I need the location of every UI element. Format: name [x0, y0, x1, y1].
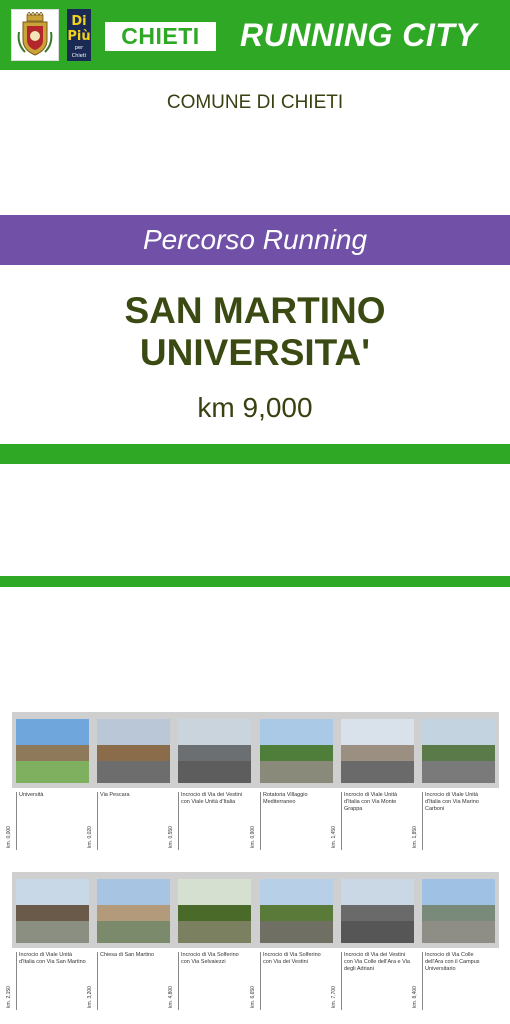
municipality-label: COMUNE DI CHIETI [166, 92, 344, 113]
route-point-photo [97, 879, 170, 943]
route-point: Rotatoria Villaggio Mediterraneo km. 0,90… [250, 712, 337, 850]
route-title-line2: UNIVERSITA' [139, 332, 371, 373]
route-point-km: km. 7,700 [331, 986, 337, 1008]
route-point-km: km. 0,020 [87, 826, 93, 848]
route-point-caption: Incrocio di Via Solferino con Via dei Ve… [263, 952, 321, 965]
route-point-km: km. 1,450 [331, 826, 337, 848]
route-point-photo [16, 879, 89, 943]
route-point-caption: Incrocio di Via Colle dell'Ara con il Ca… [425, 952, 480, 972]
header-bar: Di Più per Chieti CHIETI RUNNING CITY [0, 0, 510, 70]
route-point-photo [97, 719, 170, 783]
route-point-photo [16, 719, 89, 783]
route-point: Università km. 0,000 [6, 712, 93, 850]
route-point-km: km. 3,200 [87, 986, 93, 1008]
photo-strip-2: Incrocio di Viale Unità d'Italia con Via… [6, 872, 499, 1010]
divider-bar [0, 576, 510, 587]
route-point: Incrocio di Via Solferino con Via Selvai… [168, 872, 255, 1010]
route-point: Incrocio di Viale Unità d'Italia con Via… [412, 712, 499, 850]
route-point-km: km. 6,650 [250, 986, 256, 1008]
route-point-km: km. 8,400 [412, 986, 418, 1008]
photo-strip-1: Università km. 0,000 Via Pescara km. 0,020 I… [6, 712, 499, 850]
route-point-marker [97, 952, 98, 1010]
route-point-km: km. 0,550 [168, 826, 174, 848]
route-title: SAN MARTINO UNIVERSITA' [0, 290, 510, 374]
route-point-photo [260, 879, 333, 943]
route-point-photo [178, 879, 251, 943]
subtitle: Percorso Running [142, 224, 368, 255]
route-point-marker [16, 952, 17, 1010]
route-point-caption: Rotatoria Villaggio Mediterraneo [263, 792, 308, 805]
route-point: Incrocio di Via dei Vestini con Viale Un… [168, 712, 255, 850]
route-point-photo [178, 719, 251, 783]
route-point: Incrocio di Via Colle dell'Ara con il Ca… [412, 872, 499, 1010]
route-point-photo [422, 719, 495, 783]
route-point-photo [341, 879, 414, 943]
route-point-caption: Chiesa di San Martino [100, 952, 155, 958]
route-point-photo [422, 879, 495, 943]
route-point-km: km. 0,000 [6, 826, 12, 848]
route-point-caption: Università [19, 792, 44, 798]
route-point: Incrocio di Viale Unità d'Italia con Via… [6, 872, 93, 1010]
subtitle-band: Percorso Running [0, 215, 510, 265]
route-point-marker [341, 952, 342, 1010]
route-distance: km 9,000 [197, 392, 313, 423]
route-point: Incrocio di Viale Unità d'Italia con Via… [331, 712, 418, 850]
divider-bar [0, 444, 510, 464]
coat-of-arms-icon [11, 9, 59, 61]
route-point-km: km. 1,850 [412, 826, 418, 848]
route-point-marker [422, 952, 423, 1010]
route-point-marker [341, 792, 342, 850]
route-point-caption: Incrocio di Viale Unità d'Italia con Via… [344, 792, 398, 812]
route-point: Via Pescara km. 0,020 [87, 712, 174, 850]
route-point-caption: Incrocio di Viale Unità d'Italia con Via… [425, 792, 479, 812]
route-point-marker [178, 792, 179, 850]
di-piu-logo: Di Più per Chieti [67, 9, 91, 61]
route-point-caption: Incrocio di Via dei Vestini con Viale Un… [181, 792, 243, 805]
route-point-caption: Incrocio di Via dei Vestini con Via Coll… [344, 952, 410, 972]
route-point-marker [260, 792, 261, 850]
route-point-photo [260, 719, 333, 783]
brand-label: CHIETI [105, 22, 216, 51]
route-point-caption: Via Pescara [100, 792, 130, 798]
route-point: Incrocio di Via dei Vestini con Via Coll… [331, 872, 418, 1010]
route-point-caption: Incrocio di Via Solferino con Via Selvai… [181, 952, 239, 965]
route-point: Chiesa di San Martino km. 3,200 [87, 872, 174, 1010]
route-point-km: km. 0,900 [250, 826, 256, 848]
route-title-line1: SAN MARTINO [124, 290, 386, 331]
route-point: Incrocio di Via Solferino con Via dei Ve… [250, 872, 337, 1010]
logo-text: Di Più [67, 14, 91, 44]
page-title: RUNNING CITY [240, 17, 478, 53]
route-point-caption: Incrocio di Viale Unità d'Italia con Via… [19, 952, 86, 965]
route-point-marker [260, 952, 261, 1010]
route-point-marker [422, 792, 423, 850]
route-point-km: km. 4,800 [168, 986, 174, 1008]
logo-subtext: per Chieti [71, 45, 87, 59]
route-point-marker [16, 792, 17, 850]
route-point-photo [341, 719, 414, 783]
route-point-marker [97, 792, 98, 850]
route-point-km: km. 2,150 [6, 986, 12, 1008]
route-point-marker [178, 952, 179, 1010]
